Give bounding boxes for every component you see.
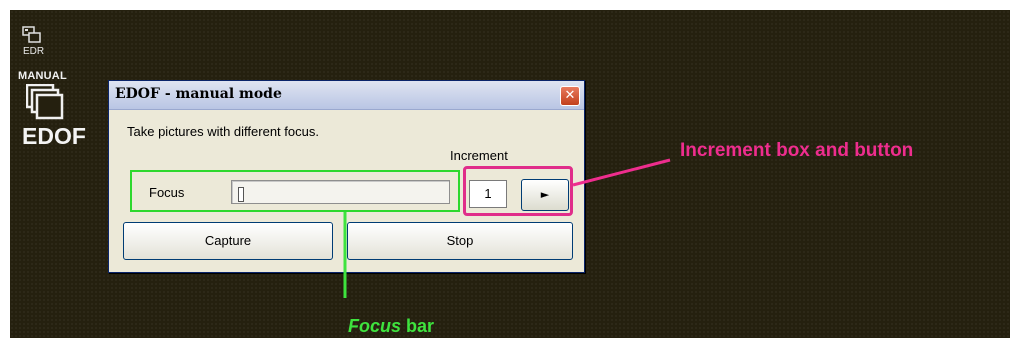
dialog-description: Take pictures with different focus. bbox=[127, 124, 319, 139]
focus-bar-highlight bbox=[130, 170, 460, 212]
dialog-title: EDOF - manual mode bbox=[115, 86, 282, 102]
dialog-titlebar[interactable]: EDOF - manual mode ✕ bbox=[109, 81, 584, 110]
capture-button[interactable]: Capture bbox=[123, 222, 333, 260]
edof-label: EDOF bbox=[22, 123, 86, 149]
edr-label: EDR bbox=[23, 46, 45, 57]
manual-label: MANUAL bbox=[18, 70, 67, 82]
increment-label: Increment bbox=[450, 148, 508, 163]
focus-annotation-italic: Focus bbox=[348, 316, 402, 336]
increment-highlight bbox=[463, 166, 573, 216]
focus-annotation-rest: bar bbox=[401, 316, 435, 336]
stop-button[interactable]: Stop bbox=[347, 222, 573, 260]
close-icon[interactable]: ✕ bbox=[560, 86, 580, 106]
edr-mode-icon[interactable] bbox=[22, 26, 42, 44]
manual-stack-icon[interactable] bbox=[26, 84, 64, 120]
increment-annotation: Increment box and button bbox=[680, 140, 914, 161]
focus-annotation: Focus bar bbox=[348, 316, 434, 337]
